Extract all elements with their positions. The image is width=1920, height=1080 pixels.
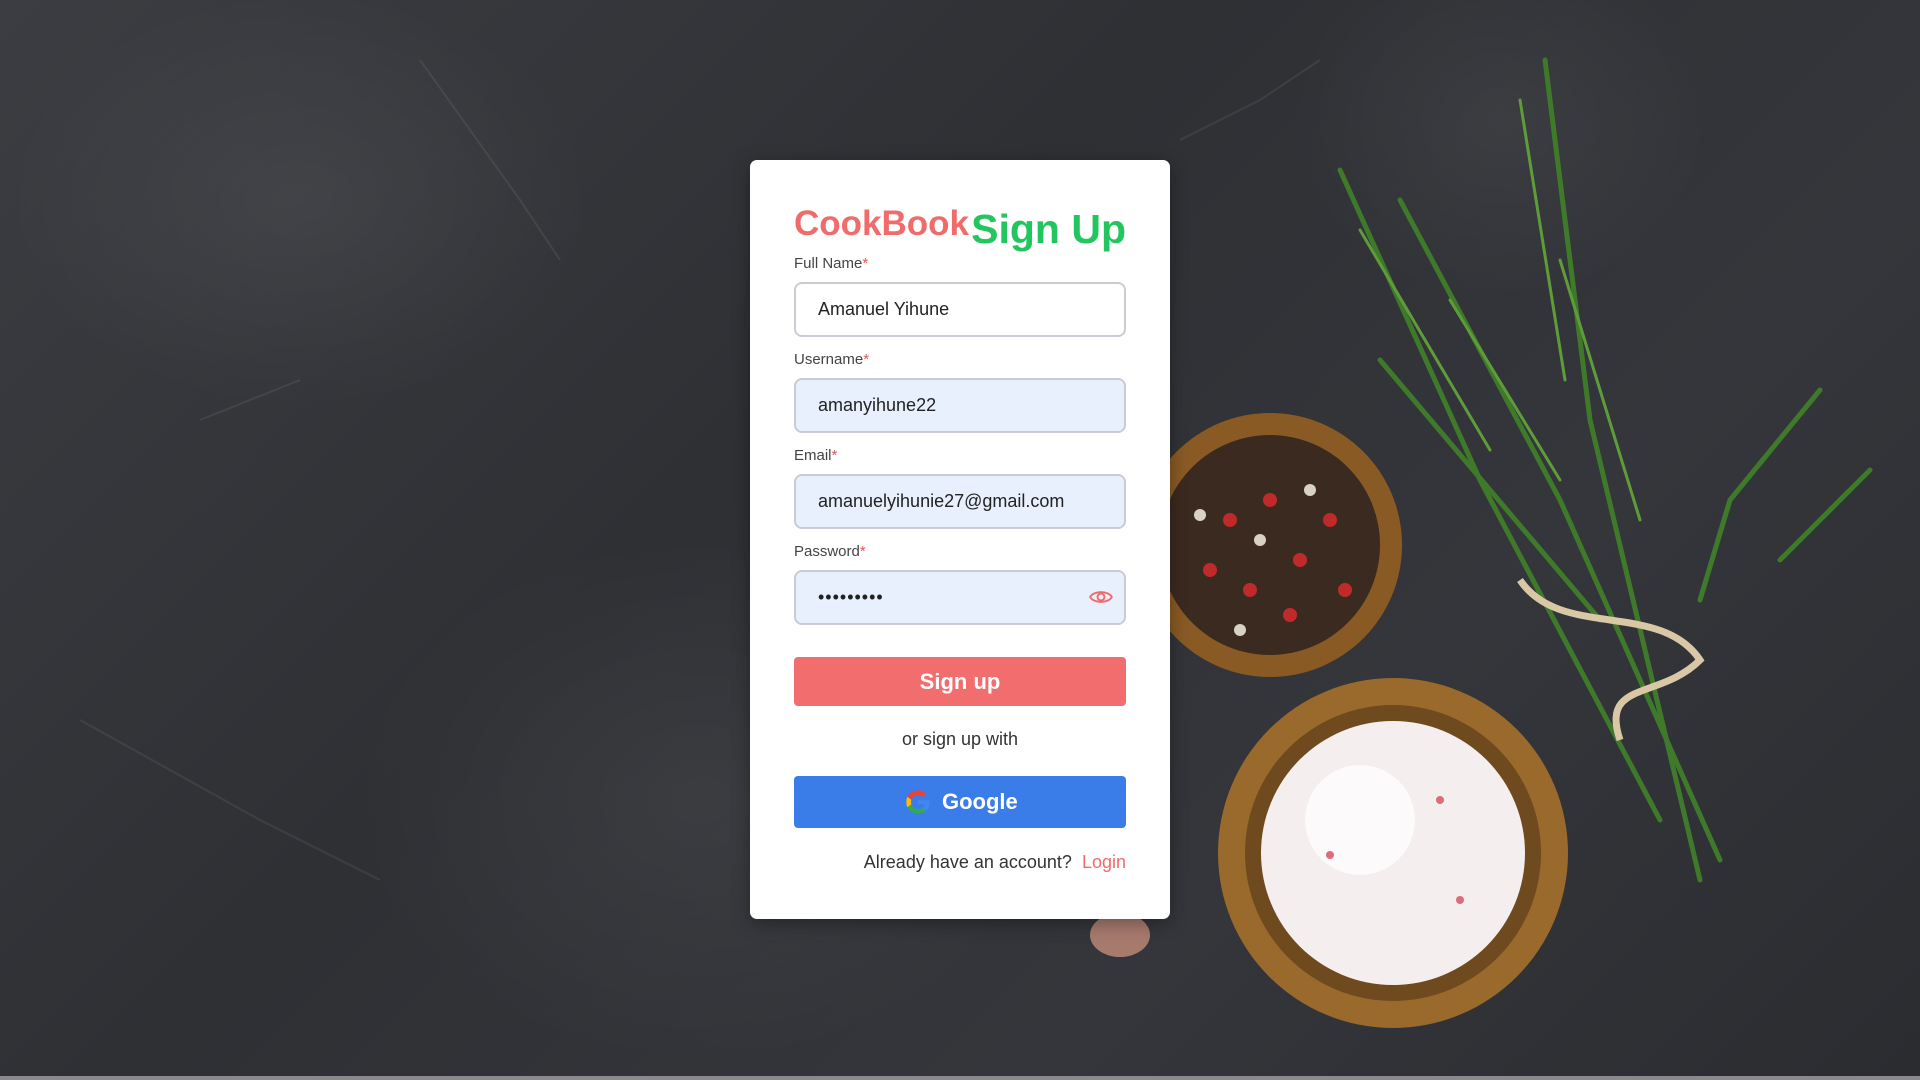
- google-logo-icon: [906, 790, 930, 814]
- required-marker: *: [859, 543, 866, 560]
- brand-logo[interactable]: CookBook: [794, 204, 969, 244]
- required-marker: *: [863, 351, 870, 368]
- signup-card: CookBook Sign Up Full Name* Amanuel Yihu…: [750, 160, 1170, 919]
- card-header: CookBook Sign Up: [794, 204, 1126, 254]
- google-button-label: Google: [942, 789, 1018, 814]
- username-label-text: Username: [794, 351, 864, 368]
- username-input[interactable]: amanyihune22: [794, 378, 1126, 433]
- full-name-input[interactable]: Amanuel Yihune: [794, 282, 1126, 337]
- username-label: Username*: [794, 351, 869, 368]
- eye-icon[interactable]: [1088, 584, 1114, 610]
- full-name-label: Full Name*: [794, 255, 868, 272]
- page-title: Sign Up: [971, 206, 1126, 252]
- required-marker: *: [831, 447, 838, 464]
- full-name-label-text: Full Name: [794, 255, 863, 272]
- bottom-edge: [0, 1076, 1920, 1080]
- email-label-text: Email: [794, 447, 832, 464]
- username-value: amanyihune22: [818, 395, 937, 415]
- email-label: Email*: [794, 447, 837, 464]
- google-signup-button[interactable]: Google: [794, 776, 1126, 828]
- signup-button[interactable]: Sign up: [794, 657, 1126, 706]
- login-link[interactable]: Login: [1082, 852, 1126, 872]
- password-value: •••••••••: [818, 587, 884, 607]
- password-label-text: Password: [794, 543, 860, 560]
- password-label: Password*: [794, 543, 866, 560]
- email-input[interactable]: amanuelyihunie27@gmail.com: [794, 474, 1126, 529]
- full-name-value: Amanuel Yihune: [818, 299, 950, 319]
- login-prompt: Already have an account? Login: [794, 852, 1126, 873]
- required-marker: *: [862, 255, 869, 272]
- login-prompt-text: Already have an account?: [863, 852, 1072, 872]
- alt-signup-text: or sign up with: [901, 729, 1019, 749]
- email-value: amanuelyihunie27@gmail.com: [818, 491, 1065, 511]
- password-input[interactable]: •••••••••: [794, 570, 1126, 625]
- google-button-content: Google: [904, 776, 1018, 828]
